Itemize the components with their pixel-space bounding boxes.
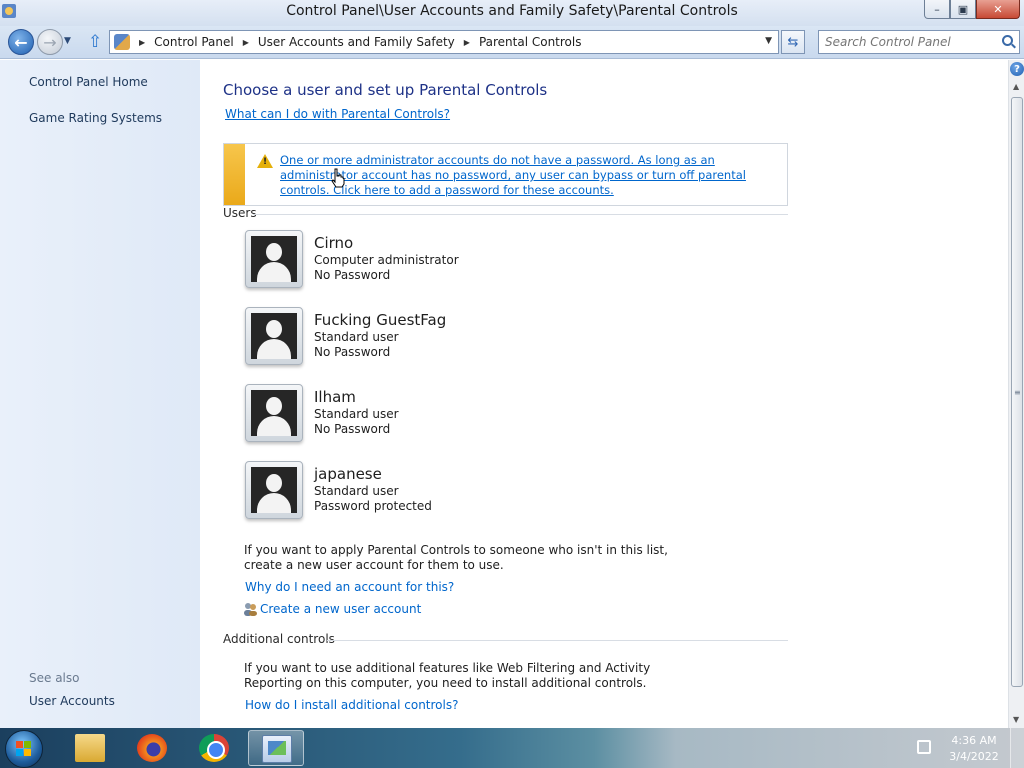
system-clock[interactable]: 4:36 AM 3/4/2022 xyxy=(948,733,1000,765)
sidebar-item-user-accounts[interactable]: User Accounts xyxy=(29,694,115,708)
not-in-list-text-2: create a new user account for them to us… xyxy=(244,558,504,572)
user-tile-cirno[interactable]: Cirno Computer administrator No Password xyxy=(245,230,645,292)
users-divider xyxy=(253,214,788,215)
control-panel-icon xyxy=(114,34,130,50)
sidebar: Control Panel Home Game Rating Systems S… xyxy=(0,60,200,728)
user-type: Standard user xyxy=(314,330,399,344)
additional-text-2: Reporting on this computer, you need to … xyxy=(244,676,647,690)
user-name[interactable]: japanese xyxy=(314,465,382,483)
scroll-down-icon[interactable]: ▼ xyxy=(1013,715,1019,724)
recent-pages-dropdown-icon[interactable]: ▼ xyxy=(64,36,71,46)
breadcrumb-user-accounts[interactable]: User Accounts and Family Safety xyxy=(258,35,455,49)
add-password-warning-link[interactable]: One or more administrator accounts do no… xyxy=(280,153,780,198)
password-warning-banner[interactable]: ! One or more administrator accounts do … xyxy=(223,143,788,206)
title-bar: Control Panel\User Accounts and Family S… xyxy=(0,0,1024,26)
breadcrumb-separator-icon[interactable]: ▶ xyxy=(139,38,145,47)
search-icon[interactable] xyxy=(1002,35,1013,46)
chrome-icon xyxy=(199,734,229,762)
clock-time: 4:36 AM xyxy=(951,734,997,747)
back-button[interactable]: ← xyxy=(8,29,34,55)
avatar xyxy=(245,384,303,442)
start-button[interactable] xyxy=(5,730,43,768)
search-input[interactable] xyxy=(825,35,1001,49)
avatar xyxy=(245,307,303,365)
taskbar-chrome[interactable] xyxy=(186,730,242,766)
taskbar-explorer[interactable] xyxy=(62,730,118,766)
refresh-button[interactable]: ⇆ xyxy=(781,30,805,54)
up-arrow-icon[interactable]: ⇧ xyxy=(88,32,102,52)
what-can-i-do-link[interactable]: What can I do with Parental Controls? xyxy=(225,107,450,121)
show-desktop-button[interactable] xyxy=(1010,728,1024,768)
address-dropdown-icon[interactable]: ▼ xyxy=(765,36,772,46)
sidebar-item-control-panel-home[interactable]: Control Panel Home xyxy=(29,75,148,89)
additional-controls-divider xyxy=(327,640,788,641)
install-controls-link[interactable]: How do I install additional controls? xyxy=(245,698,458,712)
forward-button[interactable]: → xyxy=(37,29,63,55)
breadcrumb-parental-controls[interactable]: Parental Controls xyxy=(479,35,582,49)
user-name[interactable]: Fucking GuestFag xyxy=(314,311,446,329)
see-also-label: See also xyxy=(29,671,80,685)
scrollbar-thumb[interactable]: ≡ xyxy=(1011,97,1023,687)
window-title: Control Panel\User Accounts and Family S… xyxy=(286,3,738,19)
users-icon xyxy=(243,602,258,616)
breadcrumb-separator-icon[interactable]: ▶ xyxy=(243,38,249,47)
additional-text-1: If you want to use additional features l… xyxy=(244,661,651,675)
user-password-status: No Password xyxy=(314,268,391,282)
help-icon[interactable]: ? xyxy=(1010,62,1024,76)
grip-icon: ≡ xyxy=(1014,388,1021,397)
clock-date: 3/4/2022 xyxy=(949,750,999,763)
user-type: Standard user xyxy=(314,407,399,421)
not-in-list-text-1: If you want to apply Parental Controls t… xyxy=(244,543,668,557)
user-password-status: No Password xyxy=(314,345,391,359)
user-tile-ilham[interactable]: Ilham Standard user No Password xyxy=(245,384,645,446)
user-name[interactable]: Cirno xyxy=(314,234,353,252)
taskbar: 4:36 AM 3/4/2022 xyxy=(0,728,1024,768)
user-tile-guest[interactable]: Fucking GuestFag Standard user No Passwo… xyxy=(245,307,645,369)
folder-icon xyxy=(75,734,105,762)
user-tile-japanese[interactable]: japanese Standard user Password protecte… xyxy=(245,461,645,523)
action-center-icon[interactable] xyxy=(917,740,931,754)
user-type: Standard user xyxy=(314,484,399,498)
sidebar-item-game-rating-systems[interactable]: Game Rating Systems xyxy=(29,111,162,125)
user-password-status: Password protected xyxy=(314,499,432,513)
control-panel-icon xyxy=(262,735,292,763)
user-password-status: No Password xyxy=(314,422,391,436)
avatar xyxy=(245,461,303,519)
minimize-button[interactable]: – xyxy=(924,0,950,19)
address-bar[interactable]: ▶ Control Panel ▶ User Accounts and Fami… xyxy=(109,30,779,54)
navigation-bar: ← → ▼ ⇧ ▶ Control Panel ▶ User Accounts … xyxy=(0,26,1024,59)
breadcrumb-separator-icon[interactable]: ▶ xyxy=(464,38,470,47)
main-content: Choose a user and set up Parental Contro… xyxy=(200,60,1008,728)
warning-icon: ! xyxy=(257,154,273,168)
vertical-scrollbar[interactable]: ? ▲ ≡ ▼ xyxy=(1008,60,1024,728)
create-user-account-link[interactable]: Create a new user account xyxy=(260,602,421,616)
user-type: Computer administrator xyxy=(314,253,459,267)
maximize-button[interactable]: ▣ xyxy=(950,0,976,19)
breadcrumb-control-panel[interactable]: Control Panel xyxy=(154,35,234,49)
taskbar-control-panel[interactable] xyxy=(248,730,304,766)
additional-controls-heading: Additional controls xyxy=(223,632,335,646)
avatar xyxy=(245,230,303,288)
user-name[interactable]: Ilham xyxy=(314,388,356,406)
windows-logo-icon xyxy=(16,741,32,757)
taskbar-firefox[interactable] xyxy=(124,730,180,766)
firefox-icon xyxy=(137,734,167,762)
page-title: Choose a user and set up Parental Contro… xyxy=(223,81,548,99)
why-account-link[interactable]: Why do I need an account for this? xyxy=(245,580,454,594)
warning-stripe xyxy=(224,144,245,205)
hand-cursor-icon xyxy=(330,168,346,188)
scroll-up-icon[interactable]: ▲ xyxy=(1013,82,1019,91)
close-button[interactable]: ✕ xyxy=(976,0,1020,19)
users-section-heading: Users xyxy=(223,206,257,220)
search-box[interactable] xyxy=(818,30,1020,54)
